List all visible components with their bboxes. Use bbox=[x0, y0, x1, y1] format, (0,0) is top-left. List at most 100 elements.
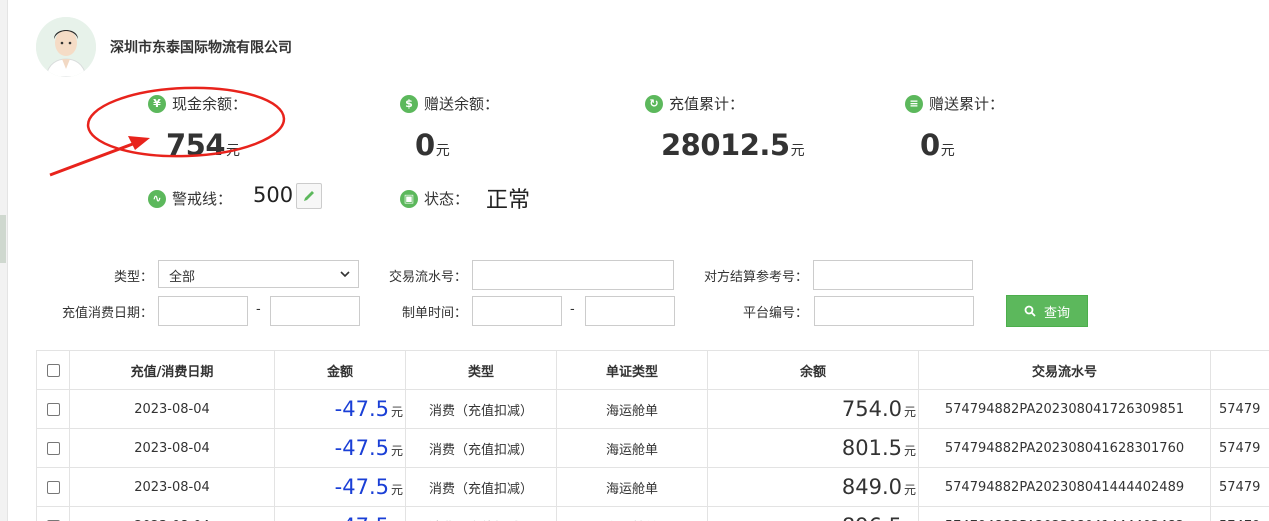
recharge-total-label-group: ↻ 充值累计： bbox=[645, 93, 744, 114]
trend-icon: ∿ bbox=[148, 189, 166, 208]
created-time-label: 制单时间： bbox=[401, 306, 467, 321]
cell-date: 2023-08-04 bbox=[69, 389, 275, 429]
date-end-input[interactable] bbox=[270, 296, 360, 326]
warning-line-label-group: ∿ 警戒线： bbox=[148, 188, 232, 209]
txn-no-label: 交易流水号： bbox=[388, 270, 467, 285]
cell-txn-no: 574794882PA202308041444402489 bbox=[918, 467, 1211, 507]
table-header-row: 充值/消费日期 金额 类型 单证类型 余额 交易流水号 bbox=[36, 350, 1269, 390]
cell-txn-no: 574794882PA202308041628301760 bbox=[918, 428, 1211, 468]
cell-date: 2023-08-04 bbox=[69, 506, 275, 521]
cell-amount: -47.5元 bbox=[274, 389, 406, 429]
money-bag-icon: $ bbox=[400, 94, 418, 113]
header-doc-type[interactable]: 单证类型 bbox=[556, 350, 708, 390]
date-range-label: 充值消费日期： bbox=[61, 306, 153, 321]
table-row[interactable]: 2023-08-04 -47.5 元消费（充值扣减） 海运舱单 754.0 元 574794… bbox=[36, 389, 1269, 429]
status-label-group: ▣ 状态： bbox=[400, 188, 469, 209]
type-select[interactable]: 全部 bbox=[158, 260, 359, 288]
header-extra bbox=[1210, 350, 1269, 390]
cell-extra: 57479 bbox=[1210, 389, 1269, 429]
cell-amount: -47.5元 bbox=[274, 467, 406, 507]
row-checkbox-cell[interactable] bbox=[36, 389, 70, 429]
edit-warning-button[interactable] bbox=[296, 183, 322, 209]
cash-balance-label-group: ¥ 现金余额： bbox=[148, 93, 247, 114]
cell-amount: -47.5元 bbox=[274, 506, 406, 521]
cell-balance: 896.5元 bbox=[707, 506, 919, 521]
row-checkbox-cell[interactable] bbox=[36, 506, 70, 521]
ref-no-input[interactable] bbox=[813, 260, 973, 290]
table-row[interactable]: 2023-08-04 -47.5 元消费（充值扣减） 海运舱单 849.0 元 574794… bbox=[36, 467, 1269, 507]
cell-extra: 57479 bbox=[1210, 428, 1269, 468]
ticket-icon: ≡ bbox=[905, 94, 923, 113]
pencil-icon bbox=[304, 191, 314, 201]
cell-type: 消费（充值扣减） bbox=[405, 389, 557, 429]
cash-balance-label: 现金余额： bbox=[172, 95, 248, 113]
type-filter-label: 类型： bbox=[113, 270, 153, 285]
status-value: 正常 bbox=[486, 188, 531, 213]
search-icon bbox=[1024, 305, 1036, 317]
row-checkbox[interactable] bbox=[46, 480, 60, 494]
cell-balance: 849.0 元 bbox=[707, 467, 919, 507]
header-amount[interactable]: 金额 bbox=[274, 350, 406, 390]
chevron-down-icon bbox=[340, 271, 350, 278]
cell-date: 2023-08-04 bbox=[69, 467, 275, 507]
recharge-total-value: 28012.5元 bbox=[661, 128, 805, 162]
header-txn-no[interactable]: 交易流水号 bbox=[918, 350, 1211, 390]
cell-type: 消费（充值扣减） bbox=[405, 428, 557, 468]
date-range-dash: - bbox=[256, 302, 261, 317]
cell-amount: -47.5元 bbox=[274, 428, 406, 468]
row-checkbox[interactable] bbox=[46, 402, 60, 416]
row-checkbox[interactable] bbox=[46, 441, 60, 455]
warning-line-value: 500 bbox=[253, 183, 294, 207]
user-avatar-icon bbox=[36, 17, 96, 77]
cell-extra: 57479 bbox=[1210, 506, 1269, 521]
header-date[interactable]: 充值/消费日期 bbox=[69, 350, 275, 390]
cell-doc-type: 海运舱单 bbox=[556, 389, 708, 429]
transactions-table: 充值/消费日期 金额 类型 单证类型 余额 交易流水号 2023-08-04 -4… bbox=[36, 350, 1269, 521]
cell-type: 消费（充值扣减） bbox=[405, 506, 557, 521]
select-all-cell[interactable] bbox=[36, 350, 70, 390]
status-label: 状态： bbox=[424, 190, 470, 208]
header-balance[interactable]: 余额 bbox=[707, 350, 919, 390]
cell-type: 消费（充值扣减） bbox=[405, 467, 557, 507]
cell-extra: 57479 bbox=[1210, 467, 1269, 507]
gift-total-value: 0元 bbox=[920, 128, 955, 162]
select-all-checkbox[interactable] bbox=[46, 363, 60, 377]
avatar bbox=[36, 17, 96, 77]
table-row[interactable]: 2023-08-04 -47.5 元消费（充值扣减） 海运舱单 801.5 元 574794… bbox=[36, 428, 1269, 468]
cell-doc-type: 海运舱单 bbox=[556, 428, 708, 468]
cell-balance: 754.0 元 bbox=[707, 389, 919, 429]
cell-txn-no: 574794882PA202308041726309851 bbox=[918, 389, 1211, 429]
row-checkbox-cell[interactable] bbox=[36, 428, 70, 468]
briefcase-icon: ▣ bbox=[400, 189, 418, 208]
gift-total-label: 赠送累计： bbox=[929, 95, 1005, 113]
platform-no-input[interactable] bbox=[814, 296, 974, 326]
header-type[interactable]: 类型 bbox=[405, 350, 557, 390]
cell-txn-no: 574794882PA202308041444402482 bbox=[918, 506, 1211, 521]
created-range-dash: - bbox=[570, 302, 575, 317]
cash-balance-value: 754元 bbox=[166, 128, 240, 162]
yen-icon: ¥ bbox=[148, 94, 166, 113]
ref-no-label: 对方结算参考号： bbox=[703, 270, 808, 285]
recharge-total-label: 充值累计： bbox=[669, 95, 745, 113]
company-name: 深圳市东泰国际物流有限公司 bbox=[110, 40, 292, 56]
cell-balance: 801.5 元 bbox=[707, 428, 919, 468]
cell-doc-type: 海运舱单 bbox=[556, 467, 708, 507]
date-start-input[interactable] bbox=[158, 296, 248, 326]
warning-line-label: 警戒线： bbox=[172, 190, 233, 208]
created-start-input[interactable] bbox=[472, 296, 562, 326]
annotation-arrow bbox=[49, 140, 139, 177]
query-button[interactable]: 查询 bbox=[1006, 295, 1088, 327]
recharge-icon: ↻ bbox=[645, 94, 663, 113]
table-row[interactable]: 2023-08-04-47.5元消费（充值扣减）海运舱单896.5元574794… bbox=[36, 506, 1269, 521]
platform-no-label: 平台编号： bbox=[742, 306, 808, 321]
row-checkbox-cell[interactable] bbox=[36, 467, 70, 507]
gift-balance-value: 0元 bbox=[415, 128, 450, 162]
gift-balance-label-group: $ 赠送余额： bbox=[400, 93, 499, 114]
annotation-arrowhead bbox=[128, 136, 150, 150]
cell-date: 2023-08-04 bbox=[69, 428, 275, 468]
gift-balance-label: 赠送余额： bbox=[424, 95, 500, 113]
created-end-input[interactable] bbox=[585, 296, 675, 326]
cell-doc-type: 海运舱单 bbox=[556, 506, 708, 521]
txn-no-input[interactable] bbox=[472, 260, 674, 290]
left-panel-tab[interactable] bbox=[0, 215, 6, 263]
